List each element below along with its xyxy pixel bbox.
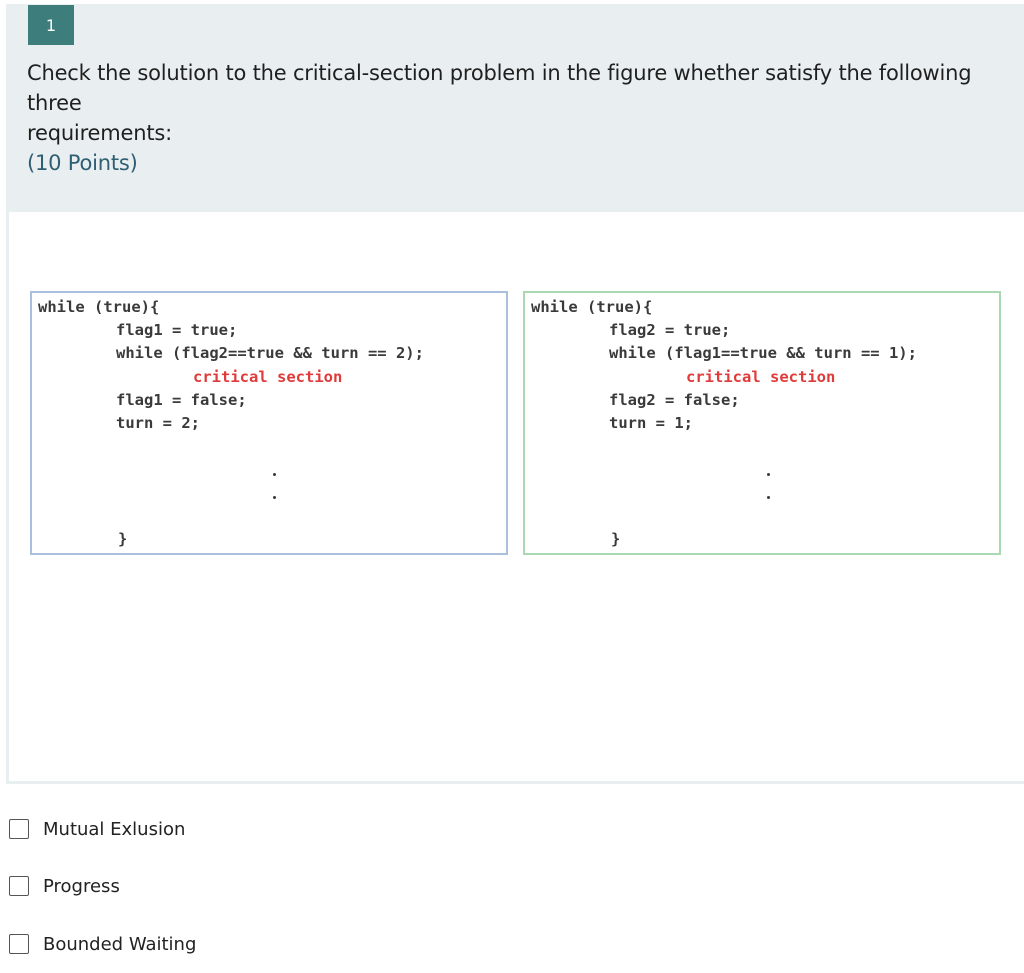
code-line: flag2 = true; xyxy=(609,321,731,339)
checkbox[interactable] xyxy=(9,819,29,839)
question-text-line-1: Check the solution to the critical-secti… xyxy=(27,61,972,85)
code-line: while (true){ xyxy=(531,298,653,316)
option-bounded-waiting[interactable]: Bounded Waiting xyxy=(9,932,196,956)
option-mutual-exclusion[interactable]: Mutual Exlusion xyxy=(9,817,185,841)
code-line: while (true){ xyxy=(38,298,160,316)
code-line: } xyxy=(611,530,621,548)
option-label: Mutual Exlusion xyxy=(43,818,186,840)
question-number: 1 xyxy=(45,15,57,35)
code-line: flag2 = false; xyxy=(609,391,740,409)
checkbox[interactable] xyxy=(9,934,29,954)
code-line: flag1 = true; xyxy=(116,321,238,339)
option-label: Progress xyxy=(43,875,120,897)
critical-section-label: critical section xyxy=(193,368,343,386)
checkbox[interactable] xyxy=(9,876,29,896)
code-line: while (flag1==true && turn == 1); xyxy=(609,344,917,362)
question-points: (10 Points) xyxy=(27,151,138,175)
process-1-code-panel: while (true){ flag1 = true; while (flag2… xyxy=(30,291,508,555)
code-line: } xyxy=(118,530,128,548)
process-2-code-panel: while (true){ flag2 = true; while (flag1… xyxy=(523,291,1001,555)
code-line: turn = 1; xyxy=(609,414,693,432)
option-progress[interactable]: Progress xyxy=(9,874,120,898)
question-text: Check the solution to the critical-secti… xyxy=(27,58,987,178)
ellipsis-dot xyxy=(273,496,276,499)
code-line: while (flag2==true && turn == 2); xyxy=(116,344,424,362)
ellipsis-dot xyxy=(273,473,276,476)
question-text-line-2: three xyxy=(27,91,82,115)
option-label: Bounded Waiting xyxy=(43,933,197,955)
ellipsis-dot xyxy=(767,496,770,499)
critical-section-label: critical section xyxy=(686,368,836,386)
question-number-badge: 1 xyxy=(28,5,74,45)
code-line: turn = 2; xyxy=(116,414,200,432)
ellipsis-dot xyxy=(767,473,770,476)
question-text-line-3: requirements: xyxy=(27,121,172,145)
code-line: flag1 = false; xyxy=(116,391,247,409)
